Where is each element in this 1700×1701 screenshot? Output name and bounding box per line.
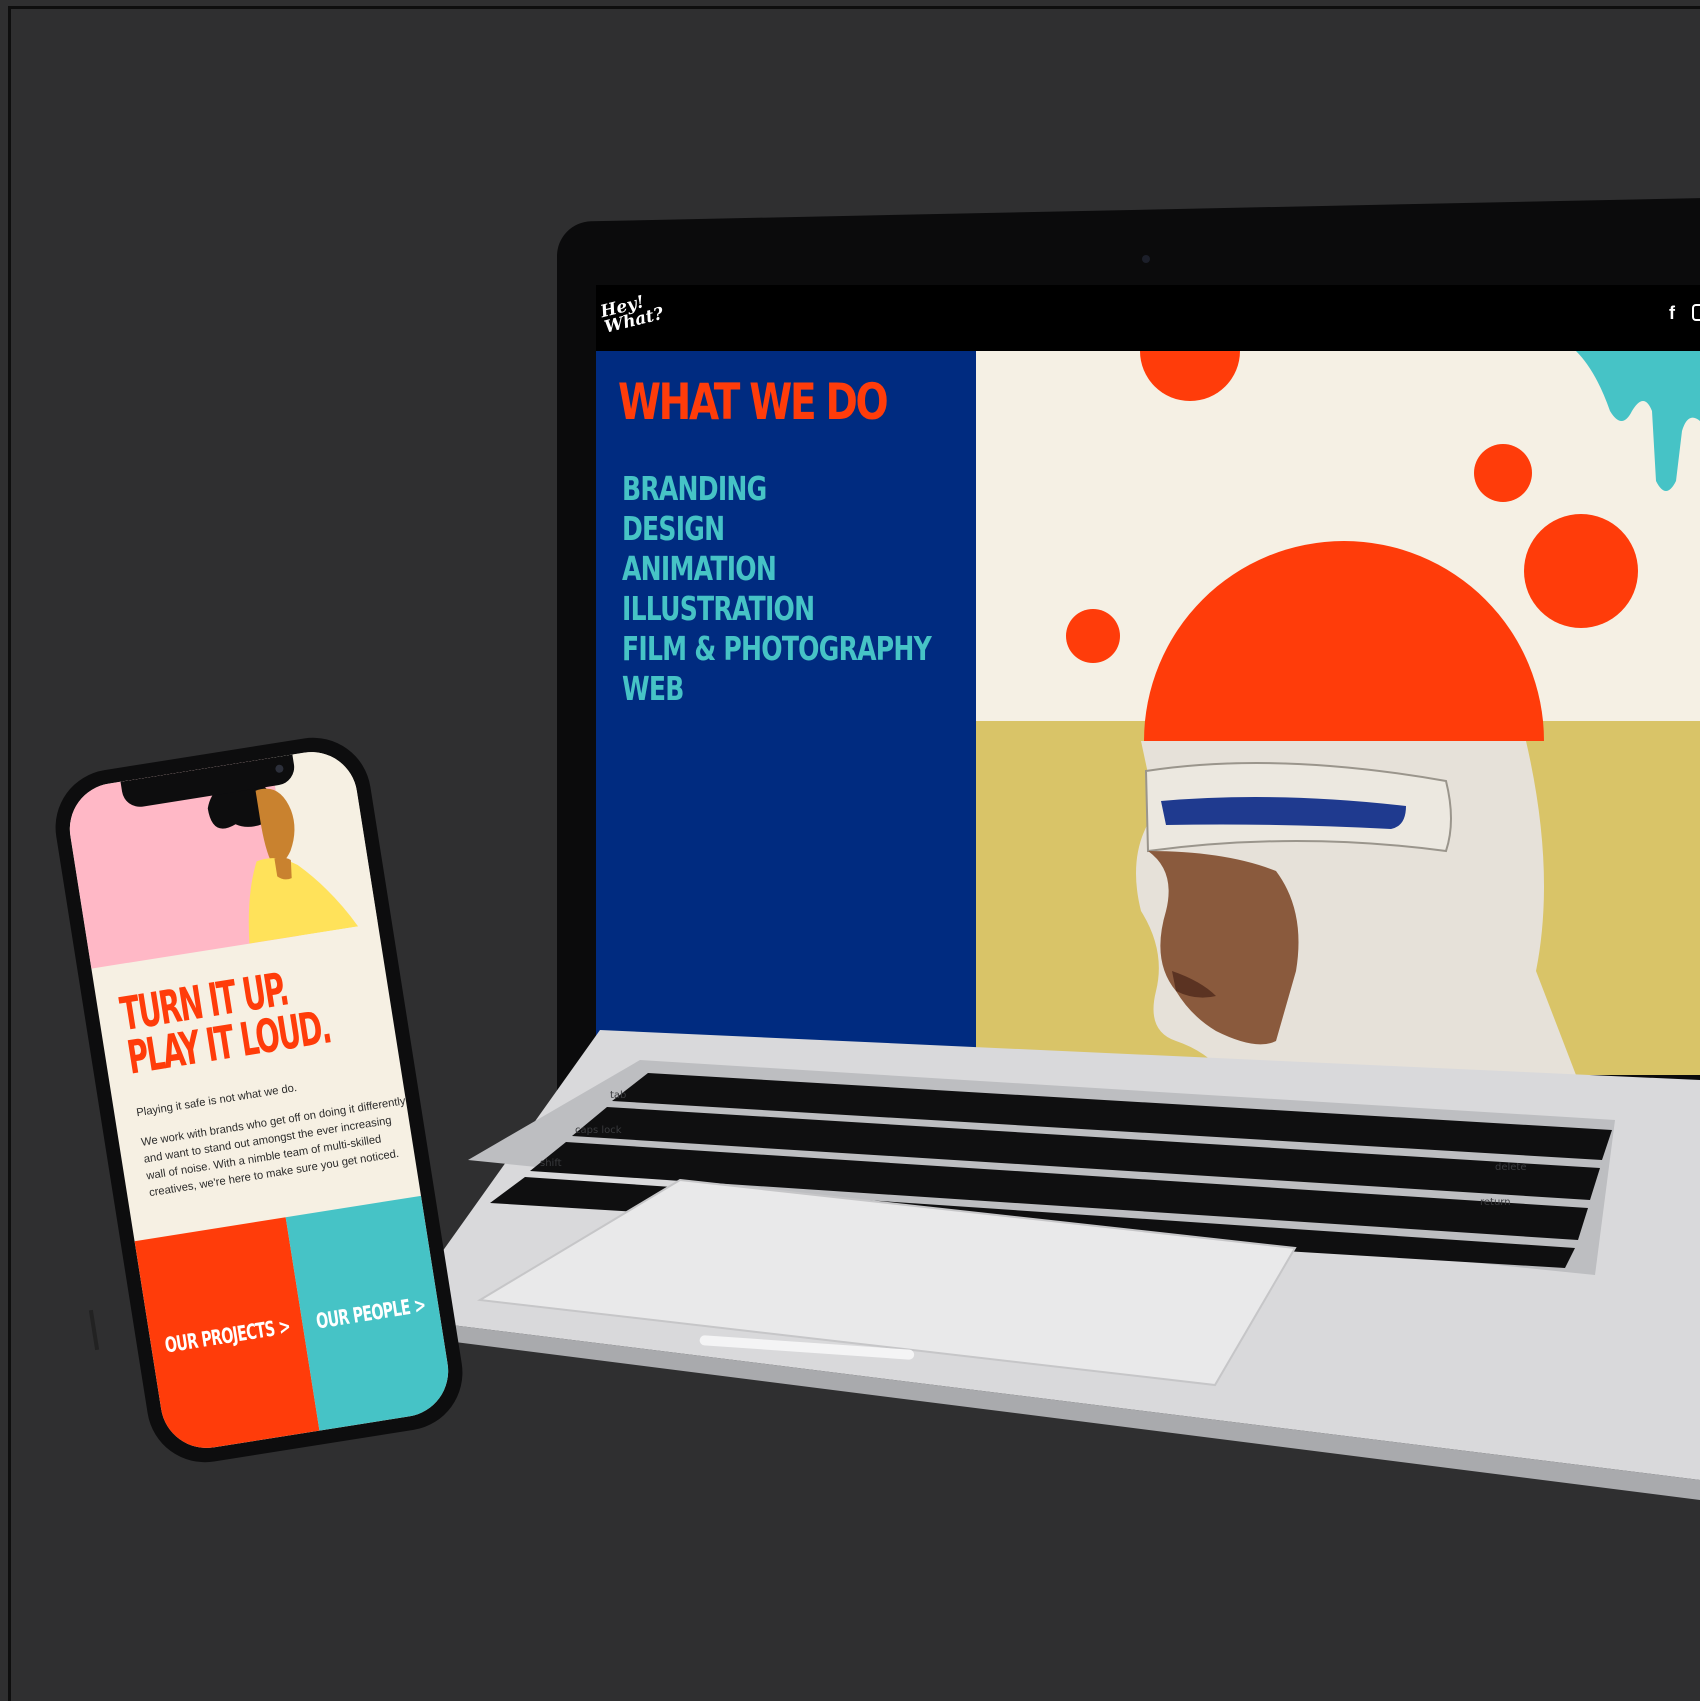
service-link-branding[interactable]: BRANDING [622, 469, 931, 509]
services-panel: WHAT WE DO BRANDING DESIGN ANIMATION ILL… [596, 351, 976, 1051]
services-heading: WHAT WE DO [618, 373, 889, 431]
site-logo[interactable]: Hey! What? [599, 290, 666, 338]
key-capslock-label: caps lock [575, 1125, 622, 1136]
phone-side-button [88, 1309, 100, 1351]
artwork-illustration [976, 351, 1700, 1075]
key-return-label: return [1480, 1197, 1511, 1208]
laptop-screen: Hey! What? f WHAT WE DO BRANDING DESIGN … [596, 285, 1700, 1075]
key-shift-label: shift [540, 1158, 562, 1169]
site-header: Hey! What? f [596, 285, 1700, 351]
service-link-illustration[interactable]: ILLUSTRATION [622, 589, 931, 629]
phone-headline: TURN IT UP. PLAY IT LOUD. [117, 961, 334, 1085]
service-link-film-photography[interactable]: FILM & PHOTOGRAPHY [622, 629, 932, 669]
instagram-icon[interactable] [1692, 304, 1700, 321]
services-list: BRANDING DESIGN ANIMATION ILLUSTRATION F… [622, 469, 1029, 709]
service-link-design[interactable]: DESIGN [622, 509, 931, 549]
hero-artwork [976, 351, 1700, 1075]
phone-screen: TURN IT UP. PLAY IT LOUD. Playing it saf… [63, 745, 455, 1455]
service-link-web[interactable]: WEB [622, 669, 931, 709]
our-projects-label: OUR PROJECTS > [162, 1314, 292, 1358]
service-link-animation[interactable]: ANIMATION [622, 549, 931, 589]
phone-device: TURN IT UP. PLAY IT LOUD. Playing it saf… [47, 729, 471, 1471]
facebook-icon[interactable]: f [1669, 303, 1675, 324]
key-delete-label: delete [1495, 1162, 1527, 1173]
our-people-label: OUR PEOPLE > [313, 1292, 427, 1334]
webcam-icon [1142, 255, 1150, 263]
